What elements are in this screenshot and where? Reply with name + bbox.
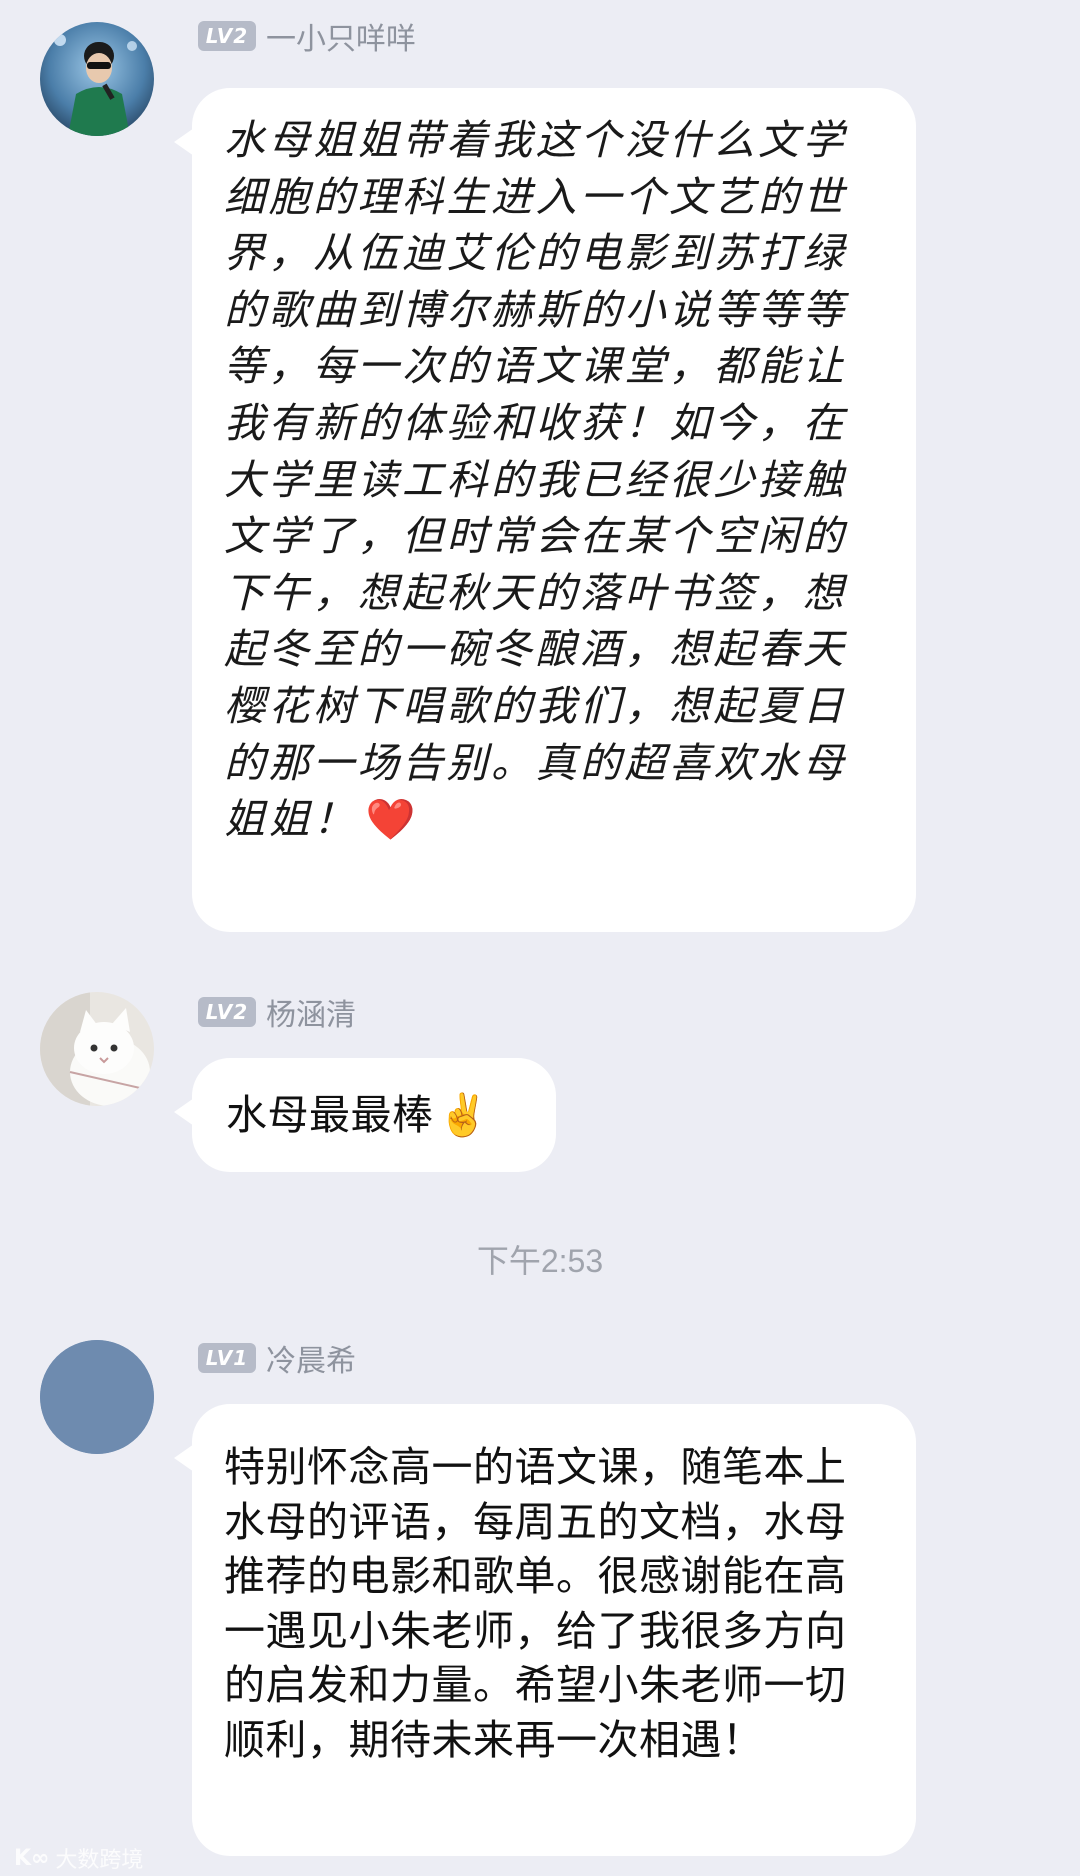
default-avatar-icon xyxy=(40,1340,154,1454)
watermark: K∞ 大数跨境 xyxy=(14,1842,143,1874)
timestamp: 下午2:53 xyxy=(476,1243,604,1279)
level-badge: LV2 xyxy=(198,997,256,1027)
bubble-tail xyxy=(174,1444,194,1472)
message-text: 水母最最棒✌️ xyxy=(226,1088,489,1142)
sender-name[interactable]: 冷晨希 xyxy=(266,1336,356,1380)
message-bubble[interactable]: 水母姐姐带着我这个没什么文学细胞的理科生进入一个文艺的世界，从伍迪艾伦的电影到苏… xyxy=(174,88,916,932)
logo-icon: K∞ xyxy=(14,1845,50,1871)
bubble-tail xyxy=(174,128,194,156)
message-header: LV2 杨涵清 xyxy=(198,990,356,1034)
message-bubble[interactable]: 水母最最棒✌️ xyxy=(174,1058,556,1172)
message-text-content: 水母最最棒 xyxy=(226,1091,434,1139)
victory-hand-emoji-icon: ✌️ xyxy=(437,1091,490,1139)
message-text: 水母姐姐带着我这个没什么文学细胞的理科生进入一个文艺的世界，从伍迪艾伦的电影到苏… xyxy=(224,112,880,849)
sender-name[interactable]: 一小只咩咩 xyxy=(266,14,416,58)
avatar[interactable] xyxy=(40,992,154,1106)
avatar-photo-icon xyxy=(40,22,154,136)
level-badge: LV1 xyxy=(198,1343,256,1373)
message-text-content: 水母姐姐带着我这个没什么文学细胞的理科生进入一个文艺的世界，从伍迪艾伦的电影到苏… xyxy=(224,116,847,844)
message-bubble[interactable]: 特别怀念高一的语文课，随笔本上水母的评语，每周五的文档，水母推荐的电影和歌单。很… xyxy=(174,1404,916,1856)
level-badge: LV2 xyxy=(198,21,256,51)
message-header: LV2 一小只咩咩 xyxy=(198,14,416,58)
message-header: LV1 冷晨希 xyxy=(198,1336,356,1380)
bubble-tail xyxy=(174,1098,194,1126)
message-text: 特别怀念高一的语文课，随笔本上水母的评语，每周五的文档，水母推荐的电影和歌单。很… xyxy=(224,1443,847,1764)
sender-name[interactable]: 杨涵清 xyxy=(266,990,356,1034)
heart-emoji-icon: ❤️ xyxy=(365,797,419,844)
avatar[interactable] xyxy=(40,22,154,136)
watermark-text: 大数跨境 xyxy=(55,1848,144,1873)
cat-avatar-icon xyxy=(40,992,154,1106)
avatar[interactable] xyxy=(40,1340,154,1454)
